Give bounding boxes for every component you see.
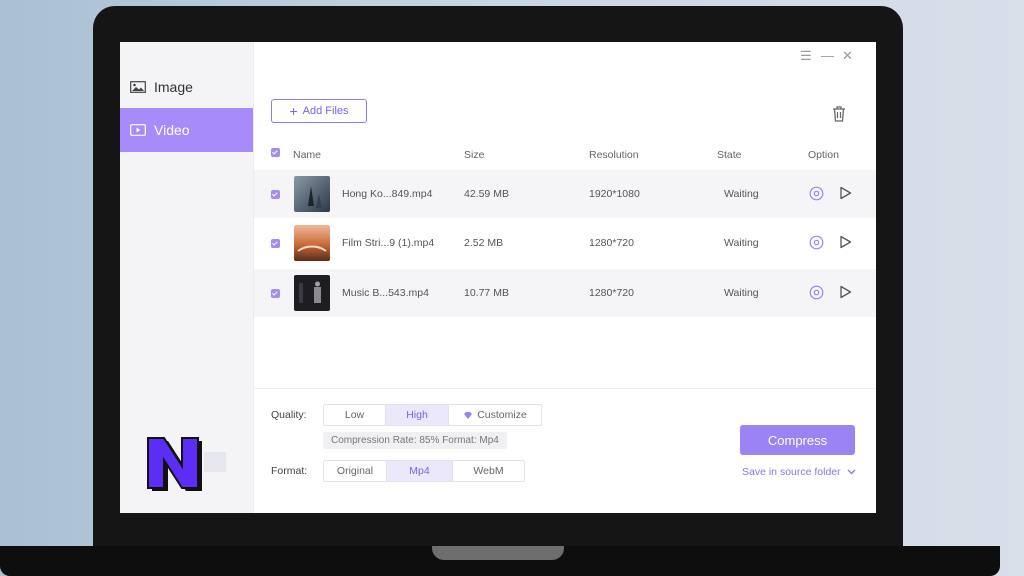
- app-window: Image Video ☰ — ✕ + Add Files Name Size …: [120, 42, 876, 513]
- video-thumbnail: [294, 225, 330, 261]
- format-label: Format:: [271, 465, 308, 477]
- file-size: 2.52 MB: [464, 237, 504, 249]
- quality-label: Quality:: [271, 409, 307, 421]
- file-resolution: 1280*720: [589, 287, 634, 299]
- column-header-resolution: Resolution: [589, 149, 639, 161]
- preview-icon[interactable]: [809, 285, 824, 300]
- play-icon[interactable]: [839, 235, 852, 249]
- compress-button[interactable]: Compress: [740, 425, 855, 455]
- table-row[interactable]: Music B...543.mp4 10.77 MB 1280*720 Wait…: [254, 269, 876, 317]
- chevron-down-icon: [847, 469, 856, 475]
- customize-label: Customize: [477, 409, 527, 421]
- quality-option-customize[interactable]: Customize: [449, 405, 541, 425]
- diamond-icon: [464, 411, 473, 419]
- close-icon[interactable]: ✕: [842, 48, 853, 64]
- file-resolution: 1280*720: [589, 237, 634, 249]
- column-header-size: Size: [464, 149, 485, 161]
- trash-icon[interactable]: [831, 105, 847, 123]
- quality-selector: Low High Customize: [323, 404, 542, 426]
- quality-option-low[interactable]: Low: [324, 405, 386, 425]
- row-checkbox[interactable]: [271, 190, 280, 199]
- row-checkbox[interactable]: [271, 289, 280, 298]
- plus-icon: +: [289, 103, 298, 119]
- video-icon: [130, 124, 146, 136]
- sidebar: Image Video: [120, 42, 254, 513]
- sidebar-item-image[interactable]: Image: [120, 65, 253, 109]
- format-selector: Original Mp4 WebM: [323, 460, 525, 482]
- save-location-dropdown[interactable]: Save in source folder: [742, 466, 856, 478]
- preview-icon[interactable]: [809, 186, 824, 201]
- file-name: Hong Ko...849.mp4: [342, 188, 433, 200]
- divider: [254, 388, 876, 389]
- row-checkbox[interactable]: [271, 239, 280, 248]
- sidebar-item-video[interactable]: Video: [120, 108, 253, 152]
- brand-logo: [147, 437, 202, 491]
- format-option-webm[interactable]: WebM: [453, 461, 524, 481]
- image-icon: [130, 81, 146, 93]
- play-icon[interactable]: [839, 186, 852, 200]
- file-size: 42.59 MB: [464, 188, 509, 200]
- compression-info: Compression Rate: 85% Format: Mp4: [323, 432, 507, 449]
- minimize-icon[interactable]: —: [821, 48, 834, 63]
- column-header-name: Name: [293, 149, 322, 161]
- file-state: Waiting: [724, 287, 759, 299]
- table-row[interactable]: Hong Ko...849.mp4 42.59 MB 1920*1080 Wai…: [254, 170, 876, 218]
- format-option-mp4[interactable]: Mp4: [387, 461, 453, 481]
- column-header-option: Option: [808, 149, 839, 161]
- collapse-tab[interactable]: [204, 452, 226, 472]
- add-files-button[interactable]: + Add Files: [271, 99, 367, 123]
- file-resolution: 1920*1080: [589, 188, 640, 200]
- preview-icon[interactable]: [809, 235, 824, 250]
- format-option-original[interactable]: Original: [324, 461, 387, 481]
- quality-option-high[interactable]: High: [386, 405, 449, 425]
- sidebar-item-label: Video: [154, 122, 190, 138]
- add-files-label: Add Files: [302, 105, 349, 117]
- video-thumbnail: [294, 275, 330, 311]
- save-location-label: Save in source folder: [742, 466, 841, 478]
- sidebar-item-label: Image: [154, 79, 193, 95]
- file-name: Film Stri...9 (1).mp4: [342, 237, 435, 249]
- column-header-state: State: [717, 149, 742, 161]
- file-state: Waiting: [724, 188, 759, 200]
- video-thumbnail: [294, 176, 330, 212]
- play-icon[interactable]: [839, 285, 852, 299]
- table-row[interactable]: Film Stri...9 (1).mp4 2.52 MB 1280*720 W…: [254, 219, 876, 267]
- file-size: 10.77 MB: [464, 287, 509, 299]
- laptop-notch: [432, 546, 564, 560]
- file-name: Music B...543.mp4: [342, 287, 429, 299]
- file-state: Waiting: [724, 237, 759, 249]
- select-all-checkbox[interactable]: [271, 148, 280, 157]
- menu-icon[interactable]: ☰: [800, 48, 812, 64]
